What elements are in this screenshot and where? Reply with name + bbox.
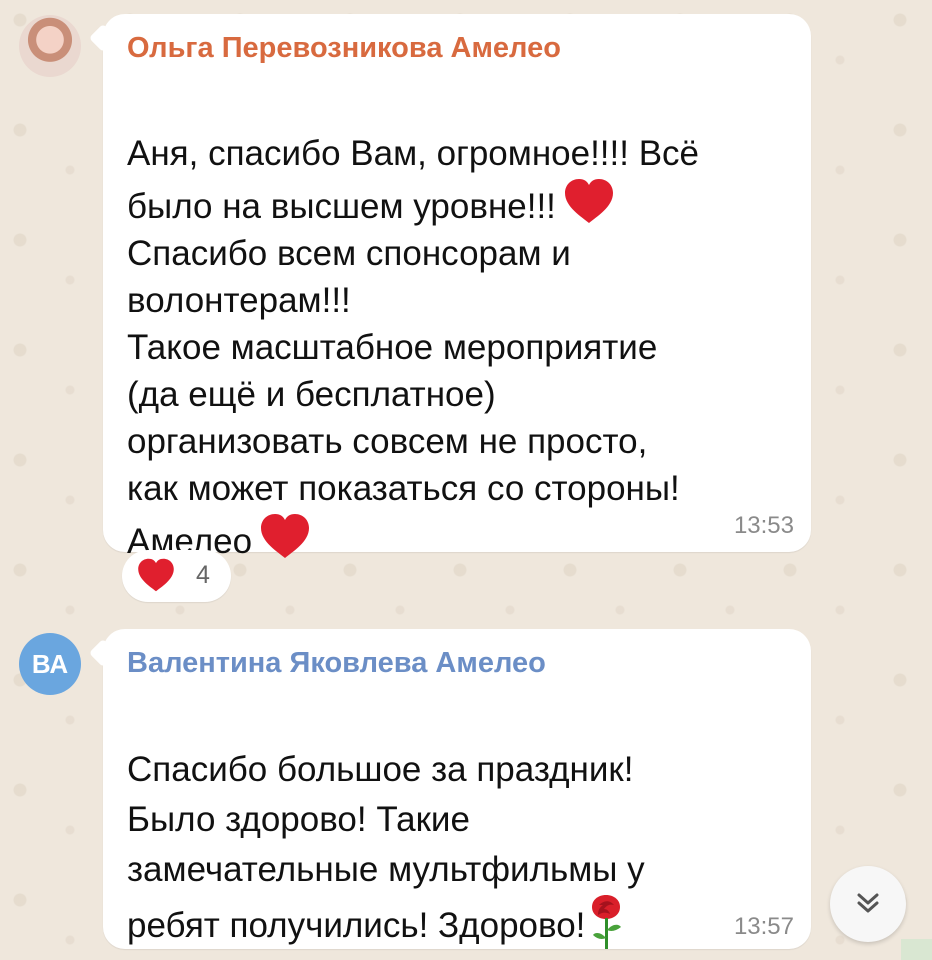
message-bubble-1[interactable]: Ольга Перевозникова Амелео Аня, спасибо … <box>103 14 811 561</box>
red-heart-icon <box>564 179 613 223</box>
rose-icon <box>592 895 622 949</box>
message-author-2[interactable]: Валентина Яковлева Амелео <box>127 646 546 680</box>
message-author-1[interactable]: Ольга Перевозникова Амелео <box>127 31 561 65</box>
message-text-part-2: Спасибо всем спонсорам и волонтерам!!! Т… <box>127 234 680 561</box>
message-bubble-2[interactable]: Валентина Яковлева Амелео Спасибо большо… <box>103 629 811 949</box>
message-time-2: 13:57 <box>733 913 794 940</box>
message-text-2-body: Спасибо большое за праздник! Было здоров… <box>127 750 645 945</box>
double-chevron-down-icon <box>857 893 879 913</box>
partial-input-accent <box>901 939 932 960</box>
message-text-1: Аня, спасибо Вам, огромное!!!! Всё было … <box>127 83 792 565</box>
reaction-count: 4 <box>196 561 210 589</box>
sender-avatar-2[interactable]: ВА <box>19 633 81 695</box>
message-time-1: 13:53 <box>733 512 794 539</box>
red-heart-icon <box>261 514 310 558</box>
red-heart-icon <box>138 558 174 592</box>
scroll-down-button[interactable] <box>830 866 906 942</box>
reaction-chip[interactable]: 4 <box>122 550 231 602</box>
message-text-2: Спасибо большое за праздник! Было здоров… <box>127 695 792 951</box>
sender-avatar-1[interactable] <box>19 15 81 77</box>
